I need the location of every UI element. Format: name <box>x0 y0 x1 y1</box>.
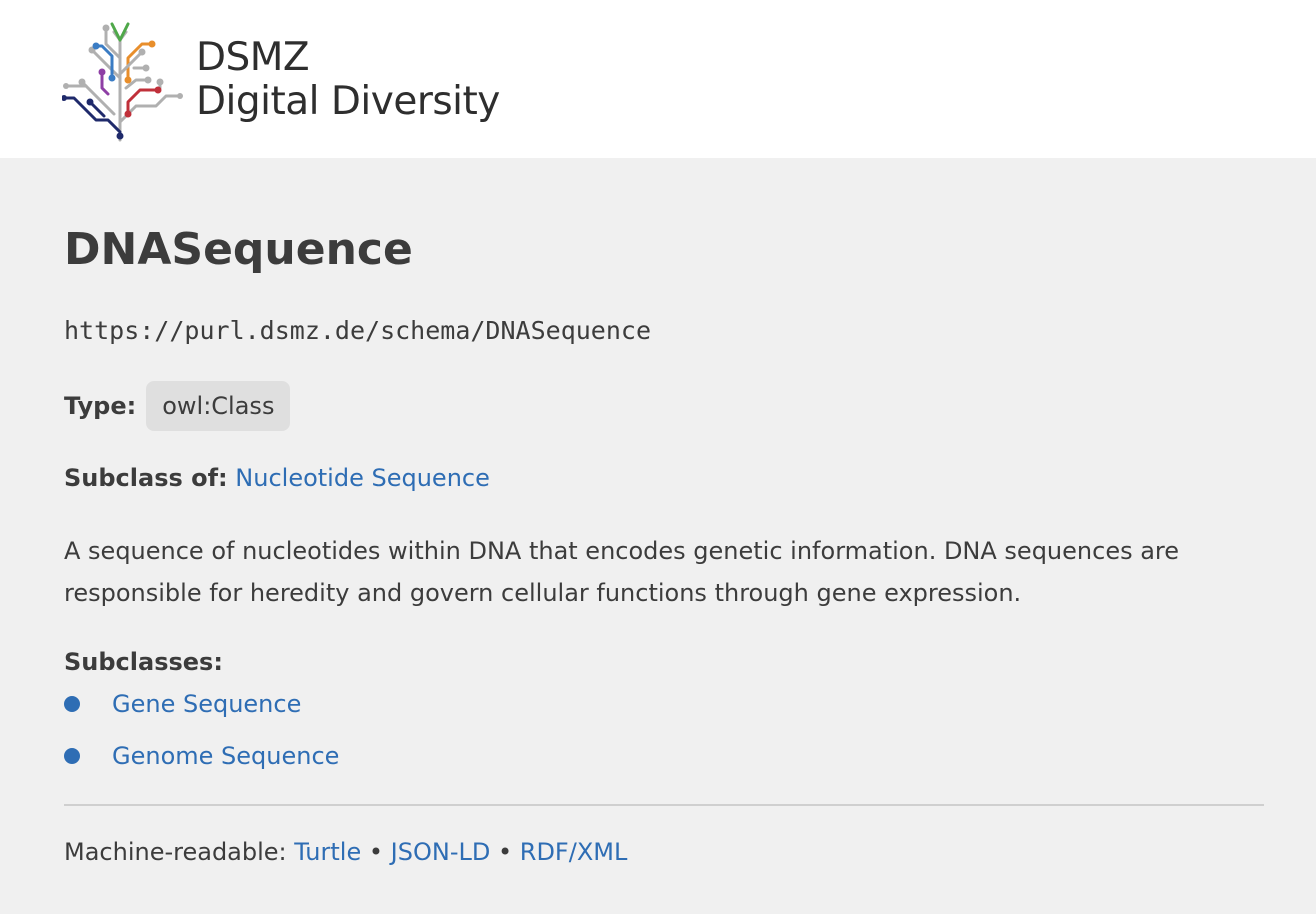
format-link-rdf-xml[interactable]: RDF/XML <box>520 838 628 866</box>
logo-line-1: DSMZ <box>196 35 310 80</box>
bullet-icon <box>64 696 80 712</box>
class-iri: https://purl.dsmz.de/schema/DNASequence <box>64 316 651 345</box>
type-badge: owl:Class <box>146 381 291 431</box>
site-name: DSMZ Digital Diversity <box>196 36 500 124</box>
bullet-icon <box>64 748 80 764</box>
separator: • <box>497 838 513 866</box>
subclass-of-link[interactable]: Nucleotide Sequence <box>235 464 490 492</box>
type-row: Type: owl:Class <box>64 381 291 431</box>
logo-line-2: Digital Diversity <box>196 79 500 124</box>
home-logo-link[interactable]: DSMZ Digital Diversity <box>62 18 500 142</box>
list-item: Gene Sequence <box>64 682 339 734</box>
site-header: DSMZ Digital Diversity <box>0 0 1316 158</box>
format-link-turtle[interactable]: Turtle <box>294 838 361 866</box>
machine-readable-label: Machine-readable: <box>64 838 287 866</box>
tree-circuit-logo-icon <box>62 22 183 142</box>
format-link-json-ld[interactable]: JSON-LD <box>391 838 491 866</box>
separator: • <box>368 838 384 866</box>
type-label: Type: <box>64 392 137 420</box>
machine-readable-row: Machine-readable: Turtle • JSON-LD • RDF… <box>64 838 627 866</box>
class-description: A sequence of nucleotides within DNA tha… <box>64 537 1180 607</box>
subclass-of-row: Subclass of: Nucleotide Sequence <box>64 464 490 492</box>
subclass-of-label: Subclass of: <box>64 464 228 492</box>
subclass-link-gene-sequence[interactable]: Gene Sequence <box>112 690 301 718</box>
subclasses-label: Subclasses: <box>64 648 223 676</box>
page-title: DNASequence <box>64 224 413 275</box>
subclass-link-genome-sequence[interactable]: Genome Sequence <box>112 742 339 770</box>
subclasses-list: Gene Sequence Genome Sequence <box>64 682 339 786</box>
divider <box>64 804 1264 806</box>
list-item: Genome Sequence <box>64 734 339 786</box>
